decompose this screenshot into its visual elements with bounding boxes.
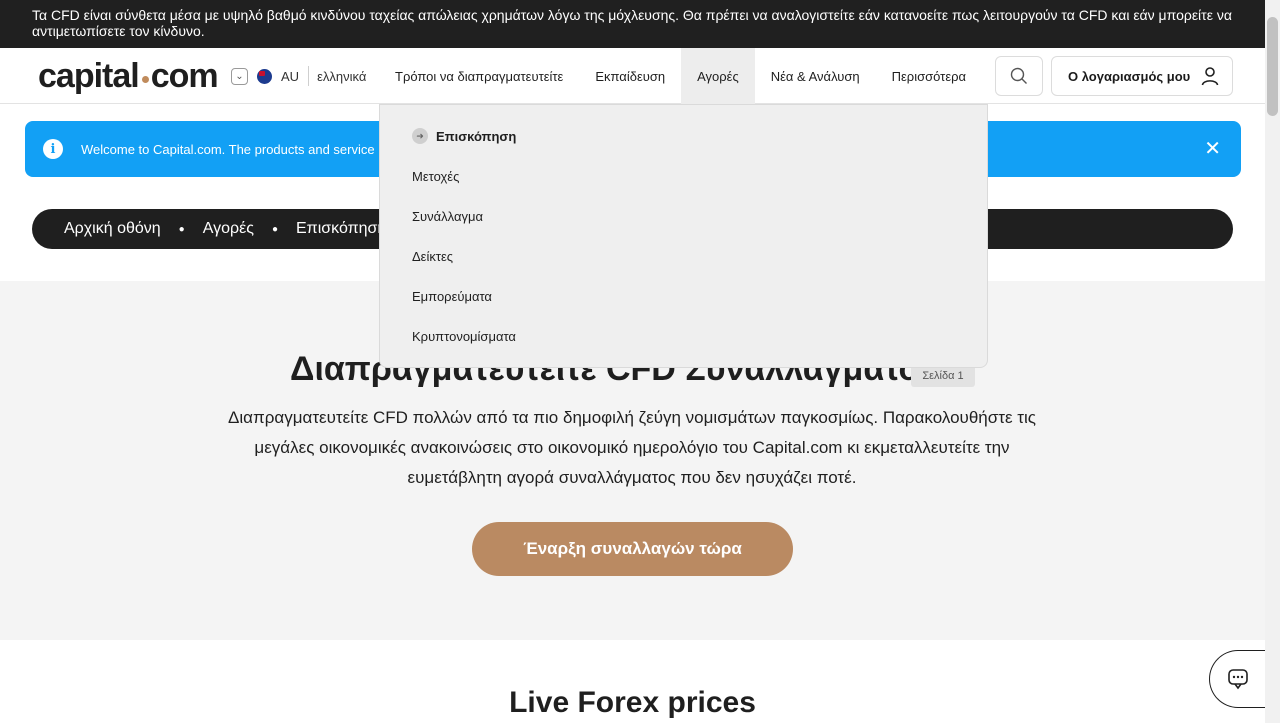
breadcrumb-markets[interactable]: Αγορές	[203, 220, 254, 238]
info-icon: i	[43, 139, 63, 159]
menu-item-forex[interactable]: Συνάλλαγμα	[412, 209, 483, 224]
site-header: capital com ⌄ AU ελληνικά Τρόποι να διαπρ…	[0, 48, 1265, 104]
region-code: AU	[281, 68, 300, 84]
nav-education[interactable]: Εκπαίδευση	[579, 48, 681, 104]
region-language-selector[interactable]: ⌄ AU ελληνικά	[231, 66, 366, 86]
australia-flag-icon	[257, 68, 272, 84]
nav-ways-to-trade[interactable]: Τρόποι να διαπραγματευτείτε	[379, 48, 579, 104]
breadcrumb-separator: ●	[178, 223, 185, 235]
breadcrumb-separator: ●	[271, 223, 278, 235]
menu-item-overview[interactable]: ➜ Επισκόπηση	[412, 128, 516, 144]
menu-item-overview-label: Επισκόπηση	[436, 128, 517, 144]
main-nav: Τρόποι να διαπραγματευτείτε Εκπαίδευση Α…	[379, 48, 982, 104]
nav-news-analysis[interactable]: Νέα & Ανάλυση	[755, 48, 876, 104]
logo-dot-icon	[141, 75, 149, 83]
menu-item-shares[interactable]: Μετοχές	[412, 169, 459, 184]
scrollbar-thumb[interactable]	[1267, 17, 1278, 116]
risk-warning-bar: Τα CFD είναι σύνθετα μέσα με υψηλό βαθμό…	[0, 0, 1265, 48]
welcome-banner-text: Welcome to Capital.com. The products and…	[81, 141, 375, 157]
chat-button[interactable]	[1209, 650, 1265, 708]
nav-markets[interactable]: Αγορές	[681, 48, 755, 104]
live-forex-prices-title: Live Forex prices	[509, 686, 756, 719]
breadcrumb-home[interactable]: Αρχική οθόνη	[64, 220, 161, 238]
chat-icon	[1227, 669, 1248, 690]
my-account-label: Ο λογαριασμός μου	[1068, 68, 1191, 84]
menu-item-commodities[interactable]: Εμπορεύματα	[412, 289, 492, 304]
my-account-button[interactable]: Ο λογαριασμός μου	[1051, 56, 1233, 96]
breadcrumb-overview[interactable]: Επισκόπηση	[296, 220, 386, 238]
logo-text-left: capital	[38, 56, 140, 95]
search-button[interactable]	[995, 56, 1043, 96]
language-label[interactable]: ελληνικά	[317, 69, 366, 84]
capital-com-logo[interactable]: capital com	[38, 56, 219, 95]
logo-text-right: com	[150, 56, 219, 95]
chevron-down-icon[interactable]: ⌄	[231, 67, 248, 85]
menu-item-indices[interactable]: Δείκτες	[412, 249, 453, 264]
hero-description: Διαπραγματευτείτε CFD πολλών από τα πιο …	[228, 408, 1036, 487]
menu-item-cryptocurrencies[interactable]: Κρυπτονομίσματα	[412, 329, 516, 344]
divider	[308, 66, 310, 86]
markets-dropdown-menu: ➜ Επισκόπηση Μετοχές Συνάλλαγμα Δείκτες …	[379, 104, 988, 368]
nav-more[interactable]: Περισσότερα	[876, 48, 982, 104]
start-trading-button[interactable]: Έναρξη συναλλαγών τώρα	[472, 522, 793, 576]
user-icon	[1200, 66, 1220, 86]
arrow-right-icon: ➜	[412, 128, 428, 144]
risk-warning-text: Τα CFD είναι σύνθετα μέσα με υψηλό βαθμό…	[32, 7, 1232, 39]
close-icon[interactable]: ✕	[1204, 139, 1221, 159]
search-icon	[1010, 67, 1027, 84]
page-scrollbar[interactable]	[1265, 0, 1280, 723]
